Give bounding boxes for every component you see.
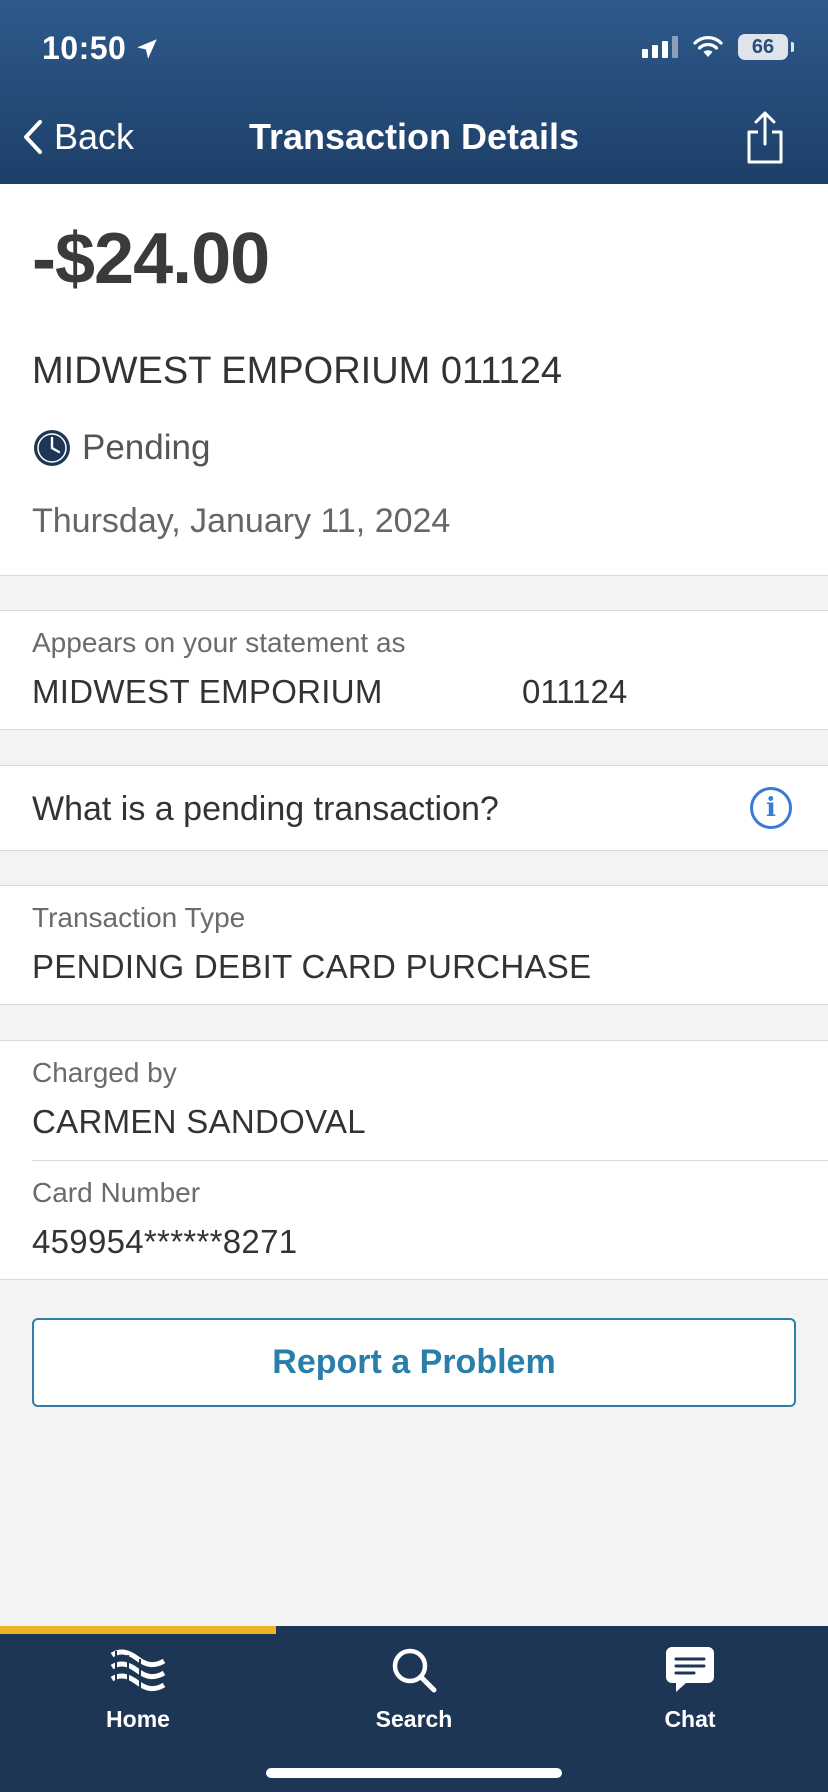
back-button[interactable]: Back [22,116,134,158]
status-bar-time: 10:50 [42,30,160,67]
transaction-amount: -$24.00 [32,219,270,299]
home-logo-icon [110,1642,166,1698]
merchant-name: MIDWEST EMPORIUM 011124 [32,350,563,392]
tab-search[interactable]: Search [276,1642,552,1752]
transaction-summary: -$24.00 MIDWEST EMPORIUM 011124 Pending … [0,184,828,576]
transaction-date: Thursday, January 11, 2024 [32,502,451,540]
status-text: Pending [82,428,211,467]
divider [32,1160,828,1161]
wifi-icon [693,36,723,57]
pending-transaction-info-row[interactable]: What is a pending transaction? i [0,765,828,851]
battery-level: 66 [751,35,775,58]
chevron-left-icon [24,120,42,154]
tab-chat-label: Chat [664,1706,716,1732]
transaction-type-card: Transaction Type PENDING DEBIT CARD PURC… [0,885,828,1005]
active-tab-indicator [0,1626,276,1634]
transaction-type-label: Transaction Type [32,902,246,933]
report-problem-button[interactable]: Report a Problem [32,1318,796,1407]
charged-by-label: Charged by [32,1057,177,1088]
back-label: Back [54,116,135,157]
battery-icon: 66 [738,34,794,60]
charge-details-card: Charged by CARMEN SANDOVAL Card Number 4… [0,1040,828,1280]
chat-icon [664,1642,716,1698]
app-header: 10:50 66 Back Transaction Details [0,0,828,184]
card-number-label: Card Number [32,1177,201,1208]
share-icon [747,111,783,164]
share-button[interactable] [744,110,786,166]
cellular-signal-icon [642,36,678,58]
pending-question-text: What is a pending transaction? [32,790,499,828]
tab-home-label: Home [106,1706,170,1732]
tab-chat[interactable]: Chat [552,1642,828,1752]
tab-search-label: Search [375,1706,453,1732]
clock-icon [34,430,70,466]
search-icon [390,1642,438,1698]
status-bar-indicators: 66 [642,34,794,60]
transaction-type-value: PENDING DEBIT CARD PURCHASE [32,948,592,985]
info-icon[interactable]: i [750,787,792,829]
location-arrow-icon [137,38,158,59]
card-number-value: 459954******8271 [32,1223,298,1260]
charged-by-value: CARMEN SANDOVAL [32,1103,366,1140]
home-indicator-bar[interactable] [266,1768,562,1778]
status-time-text: 10:50 [42,30,127,66]
statement-label: Appears on your statement as [32,627,406,658]
statement-descriptor-card: Appears on your statement as MIDWEST EMP… [0,610,828,730]
statement-code: 011124 [522,673,628,710]
status-row: Pending [32,428,210,468]
tab-home[interactable]: Home [0,1642,276,1752]
statement-name: MIDWEST EMPORIUM [32,673,383,710]
